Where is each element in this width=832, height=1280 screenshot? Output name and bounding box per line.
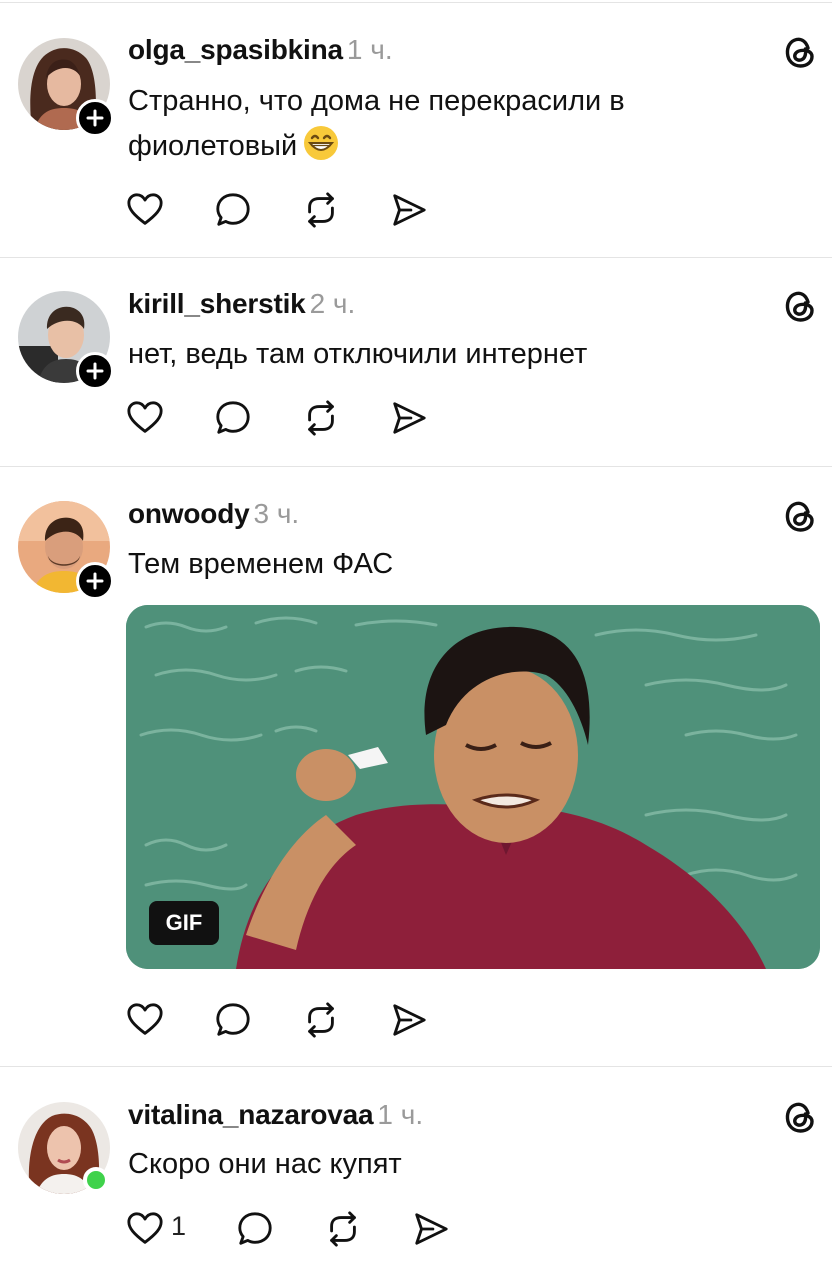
- repost-button[interactable]: [302, 398, 342, 438]
- like-button[interactable]: [126, 398, 166, 438]
- like-button[interactable]: [126, 1209, 166, 1249]
- heart-icon: [126, 191, 164, 229]
- comment-icon: [236, 1210, 274, 1248]
- follow-button[interactable]: [76, 562, 114, 600]
- username[interactable]: kirill_sherstik: [128, 288, 306, 319]
- timestamp: 2 ч.: [309, 288, 356, 319]
- divider: [0, 257, 832, 258]
- repost-icon: [324, 1210, 362, 1248]
- username[interactable]: olga_spasibkina: [128, 34, 343, 65]
- reply-button[interactable]: [236, 1209, 276, 1249]
- post-text: Странно, что дома не перекрасили в фиоле…: [128, 79, 768, 175]
- plus-icon: [85, 361, 105, 381]
- grinning-face-icon: [303, 125, 339, 175]
- timestamp: 1 ч.: [346, 34, 393, 65]
- post-text: Скоро они нас купят: [128, 1148, 402, 1180]
- like-count: 1: [171, 1211, 187, 1241]
- send-icon: [390, 399, 428, 437]
- share-button[interactable]: [390, 1000, 430, 1040]
- post-header: onwoody 3 ч.: [128, 497, 299, 531]
- share-button[interactable]: [390, 398, 430, 438]
- follow-button[interactable]: [76, 352, 114, 390]
- heart-icon: [126, 1001, 164, 1039]
- repost-icon: [302, 1001, 340, 1039]
- username[interactable]: vitalina_nazarovaa: [128, 1099, 374, 1130]
- gif-media[interactable]: GIF: [126, 605, 820, 969]
- comment-icon: [214, 399, 252, 437]
- post-text-line: фиолетовый: [128, 124, 768, 175]
- divider: [0, 1066, 832, 1067]
- post-header: vitalina_nazarovaa 1 ч.: [128, 1098, 423, 1132]
- timestamp: 3 ч.: [253, 498, 300, 529]
- comment-icon: [214, 191, 252, 229]
- plus-icon: [85, 108, 105, 128]
- heart-icon: [126, 1210, 164, 1248]
- reply-button[interactable]: [214, 1000, 254, 1040]
- share-button[interactable]: [412, 1209, 452, 1249]
- heart-icon: [126, 399, 164, 437]
- repost-icon: [302, 191, 340, 229]
- comment-icon: [214, 1001, 252, 1039]
- timestamp: 1 ч.: [377, 1099, 424, 1130]
- threads-logo-icon[interactable]: [780, 1097, 820, 1137]
- online-status-indicator: [83, 1167, 109, 1193]
- share-button[interactable]: [390, 190, 430, 230]
- repost-button[interactable]: [302, 190, 342, 230]
- repost-button[interactable]: [302, 1000, 342, 1040]
- divider: [0, 2, 832, 3]
- plus-icon: [85, 571, 105, 591]
- repost-icon: [302, 399, 340, 437]
- post-text: нет, ведь там отключили интернет: [128, 338, 588, 370]
- post-header: olga_spasibkina 1 ч.: [128, 33, 393, 67]
- follow-button[interactable]: [76, 99, 114, 137]
- divider: [0, 466, 832, 467]
- send-icon: [390, 1001, 428, 1039]
- threads-logo-icon[interactable]: [780, 286, 820, 326]
- reply-button[interactable]: [214, 190, 254, 230]
- post-text: Тем временем ФАС: [128, 548, 394, 580]
- threads-logo-icon[interactable]: [780, 32, 820, 72]
- post-text-line: Странно, что дома не перекрасили в: [128, 85, 625, 117]
- post-text-line: фиолетовый: [128, 130, 298, 162]
- like-button[interactable]: [126, 190, 166, 230]
- send-icon: [412, 1210, 450, 1248]
- threads-logo-icon[interactable]: [780, 496, 820, 536]
- gif-badge: GIF: [149, 901, 219, 945]
- username[interactable]: onwoody: [128, 498, 250, 529]
- like-button[interactable]: [126, 1000, 166, 1040]
- send-icon: [390, 191, 428, 229]
- gif-image: [126, 605, 820, 969]
- reply-button[interactable]: [214, 398, 254, 438]
- repost-button[interactable]: [324, 1209, 364, 1249]
- post-header: kirill_sherstik 2 ч.: [128, 287, 355, 321]
